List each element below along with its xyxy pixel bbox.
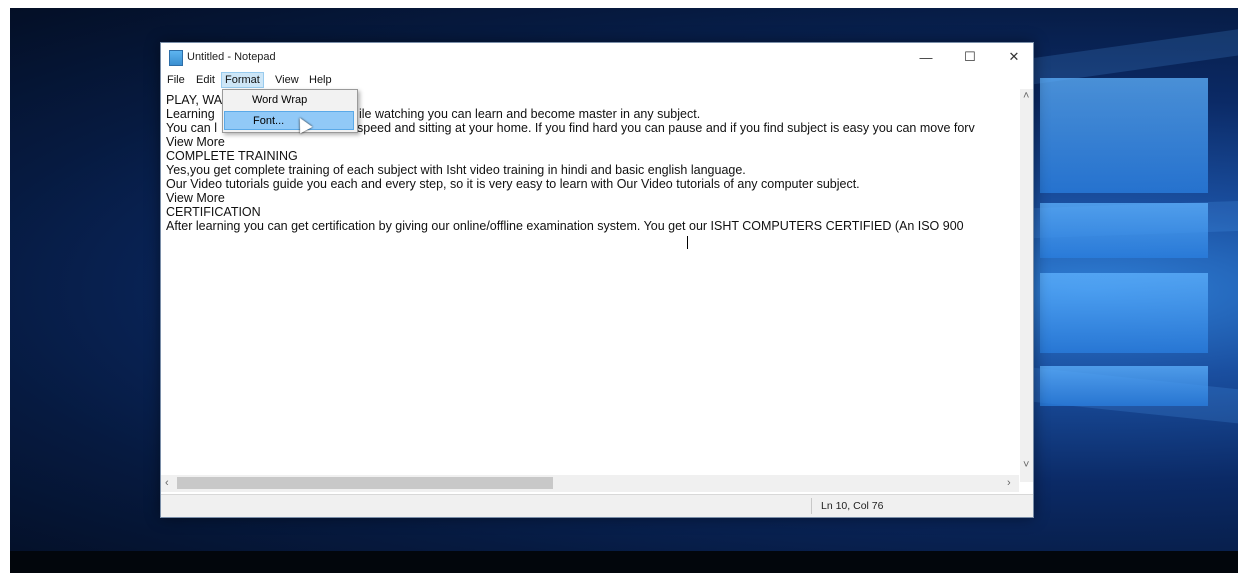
menu-edit[interactable]: Edit [193, 73, 218, 87]
menu-file[interactable]: File [164, 73, 188, 87]
notepad-icon [169, 50, 183, 66]
text-editor[interactable]: PLAY, WA Learning ile watching you can l… [161, 89, 1019, 482]
text-line: Learning [166, 107, 215, 121]
text-line: After learning you can get certification… [166, 219, 964, 233]
horizontal-scrollbar[interactable]: ‹ › [161, 475, 1019, 492]
menu-item-word-wrap[interactable]: Word Wrap [224, 91, 354, 110]
close-button[interactable]: ✕ [991, 43, 1037, 71]
windows-logo-pane [1040, 203, 1208, 258]
window-title: Untitled - Notepad [187, 51, 276, 63]
horizontal-scroll-thumb[interactable] [177, 477, 553, 489]
menu-help[interactable]: Help [306, 73, 335, 87]
text-line: Yes,you get complete training of each su… [166, 163, 746, 177]
text-line: ile watching you can learn and become ma… [359, 107, 701, 121]
format-dropdown-menu: Word Wrap Font... [222, 89, 358, 133]
text-line: You can l [166, 121, 217, 135]
text-line: CERTIFICATION [166, 205, 261, 219]
windows-logo-pane [1040, 78, 1208, 193]
text-line: View More [166, 191, 225, 205]
text-line: COMPLETE TRAINING [166, 149, 298, 163]
menu-bar: File Edit Format View Help [161, 71, 1033, 89]
minimize-button[interactable]: — [903, 43, 949, 71]
menu-view[interactable]: View [272, 73, 302, 87]
title-bar[interactable]: Untitled - Notepad — ☐ ✕ [161, 43, 1033, 71]
text-line: Our Video tutorials guide you each and e… [166, 177, 860, 191]
bottom-bar [10, 551, 1238, 573]
scroll-up-icon[interactable]: ˄ [1023, 90, 1029, 102]
scroll-down-icon[interactable]: ˅ [1023, 459, 1029, 471]
scroll-right-icon[interactable]: › [1007, 477, 1011, 489]
vertical-scrollbar[interactable]: ˄ ˅ [1020, 89, 1033, 482]
text-line: PLAY, WA [166, 93, 223, 107]
scroll-left-icon[interactable]: ‹ [165, 477, 169, 489]
menu-item-font[interactable]: Font... [224, 111, 354, 130]
status-bar: Ln 10, Col 76 [161, 494, 1033, 517]
windows-logo-pane [1040, 366, 1208, 406]
text-caret [687, 236, 688, 249]
status-divider [811, 498, 812, 514]
maximize-button[interactable]: ☐ [947, 43, 993, 71]
windows-logo-pane [1040, 273, 1208, 353]
text-line: speed and sitting at your home. If you f… [357, 121, 975, 135]
cursor-position: Ln 10, Col 76 [821, 500, 884, 512]
text-line: View More [166, 135, 225, 149]
menu-format[interactable]: Format [221, 72, 264, 88]
